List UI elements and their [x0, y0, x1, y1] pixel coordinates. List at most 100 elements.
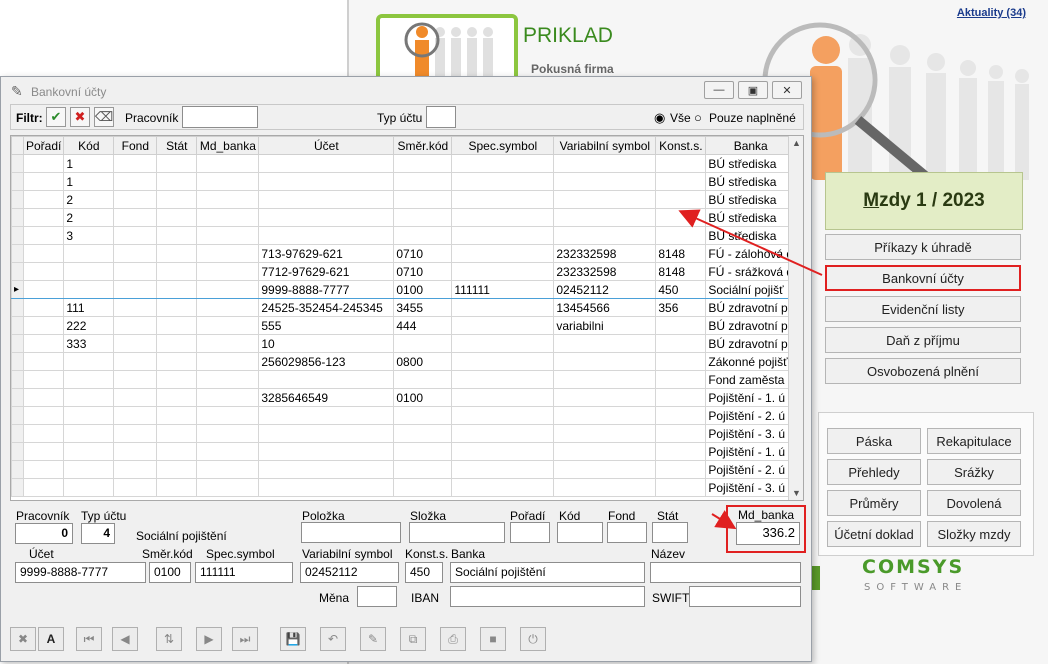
- cell-ucet[interactable]: [258, 190, 395, 209]
- detail-item-input[interactable]: [301, 522, 401, 543]
- cell-konst[interactable]: [655, 172, 707, 191]
- power-icon[interactable]: ⏻: [520, 627, 546, 651]
- cell-md-banka[interactable]: [196, 388, 260, 407]
- cell-konst[interactable]: [655, 370, 707, 389]
- cell-banka[interactable]: BÚ střediska: [705, 154, 797, 173]
- accounting-document-button[interactable]: Účetní doklad: [827, 521, 921, 547]
- col-header-fond[interactable]: Fond: [113, 136, 158, 155]
- cell-md-banka[interactable]: [196, 208, 260, 227]
- deductions-button[interactable]: Srážky: [927, 459, 1021, 485]
- col-header-md-banka[interactable]: Md_banka: [196, 136, 260, 155]
- previous-record-icon[interactable]: ◀: [112, 627, 138, 651]
- cell-smer-kod[interactable]: 3455: [393, 298, 453, 317]
- table-row[interactable]: Pojištění - 2. ú: [11, 460, 797, 479]
- cell-smer-kod[interactable]: [393, 370, 453, 389]
- cell-stat[interactable]: [156, 190, 198, 209]
- print-icon[interactable]: ⎙: [440, 627, 466, 651]
- cell-md-banka[interactable]: [196, 406, 260, 425]
- cell-var-symbol[interactable]: [553, 172, 657, 191]
- cell-fond[interactable]: [113, 352, 158, 371]
- cell-ucet[interactable]: [258, 442, 395, 461]
- table-row[interactable]: 2 BÚ střediska: [11, 190, 797, 209]
- table-row[interactable]: 222 555 444 variabilni BÚ zdravotní p: [11, 316, 797, 335]
- cell-fond[interactable]: [113, 424, 158, 443]
- cell-fond[interactable]: [113, 280, 158, 299]
- filter-worker-input[interactable]: [182, 106, 258, 128]
- cell-poradi[interactable]: [22, 334, 65, 353]
- table-row[interactable]: Pojištění - 3. ú: [11, 478, 797, 497]
- cell-konst[interactable]: [655, 316, 707, 335]
- apply-filter-icon[interactable]: ✔: [46, 107, 66, 127]
- cell-var-symbol[interactable]: [553, 460, 657, 479]
- cell-ucet[interactable]: 555: [258, 316, 395, 335]
- bank-accounts-button[interactable]: Bankovní účty: [825, 265, 1021, 291]
- cell-stat[interactable]: [156, 316, 198, 335]
- cell-fond[interactable]: [113, 208, 158, 227]
- row-indicator[interactable]: [11, 442, 24, 461]
- table-row[interactable]: 713-97629-621 0710 232332598 8148 FÚ - záloh…: [11, 244, 797, 263]
- radio-filled-only[interactable]: ○: [694, 110, 702, 125]
- font-icon[interactable]: A: [38, 627, 64, 651]
- cell-poradi[interactable]: [22, 388, 65, 407]
- cell-spec-symbol[interactable]: [451, 226, 555, 245]
- detail-currency-input[interactable]: [357, 586, 397, 607]
- cell-spec-symbol[interactable]: [451, 370, 555, 389]
- detail-account-input[interactable]: 9999-8888-7777: [15, 562, 146, 583]
- cell-fond[interactable]: [113, 334, 158, 353]
- cell-kod[interactable]: 2: [63, 208, 115, 227]
- cell-smer-kod[interactable]: [393, 442, 453, 461]
- cell-fond[interactable]: [113, 442, 158, 461]
- clear-filter-icon[interactable]: ✖: [70, 107, 90, 127]
- detail-swift-input[interactable]: [689, 586, 801, 607]
- cell-md-banka[interactable]: [196, 316, 260, 335]
- cell-kod[interactable]: [63, 442, 115, 461]
- cell-smer-kod[interactable]: [393, 226, 453, 245]
- cell-smer-kod[interactable]: 0800: [393, 352, 453, 371]
- cell-kod[interactable]: 222: [63, 316, 115, 335]
- cell-konst[interactable]: [655, 424, 707, 443]
- cell-stat[interactable]: [156, 460, 198, 479]
- cell-poradi[interactable]: [22, 190, 65, 209]
- table-row[interactable]: Pojištění - 3. ú: [11, 424, 797, 443]
- cell-spec-symbol[interactable]: [451, 316, 555, 335]
- cell-var-symbol[interactable]: [553, 226, 657, 245]
- table-row[interactable]: ▸ 9999-8888-7777 0100 111111 02452112 450 Soci…: [11, 280, 797, 299]
- row-indicator[interactable]: [11, 406, 24, 425]
- row-indicator[interactable]: [11, 172, 24, 191]
- cell-stat[interactable]: [156, 262, 198, 281]
- cell-kod[interactable]: 333: [63, 334, 115, 353]
- row-indicator[interactable]: [11, 154, 24, 173]
- cell-fond[interactable]: [113, 478, 158, 497]
- first-record-icon[interactable]: ⏮: [76, 627, 102, 651]
- vacation-button[interactable]: Dovolená: [927, 490, 1021, 516]
- cell-banka[interactable]: Sociální pojišť: [705, 280, 797, 299]
- cell-kod[interactable]: [63, 352, 115, 371]
- cell-var-symbol[interactable]: [553, 478, 657, 497]
- cell-md-banka[interactable]: [196, 424, 260, 443]
- cell-md-banka[interactable]: [196, 370, 260, 389]
- cell-fond[interactable]: [113, 370, 158, 389]
- next-record-icon[interactable]: ▶: [196, 627, 222, 651]
- cell-spec-symbol[interactable]: [451, 208, 555, 227]
- detail-spec-symbol-input[interactable]: 111111: [195, 562, 293, 583]
- row-indicator[interactable]: [11, 262, 24, 281]
- radio-all[interactable]: ◉: [654, 110, 665, 126]
- cell-spec-symbol[interactable]: [451, 244, 555, 263]
- cell-poradi[interactable]: [22, 154, 65, 173]
- cell-md-banka[interactable]: [196, 190, 260, 209]
- income-tax-button[interactable]: Daň z příjmu: [825, 327, 1021, 353]
- averages-button[interactable]: Průměry: [827, 490, 921, 516]
- undo-icon[interactable]: ↶: [320, 627, 346, 651]
- cell-banka[interactable]: BÚ střediska: [705, 208, 797, 227]
- cell-poradi[interactable]: [22, 280, 65, 299]
- cell-konst[interactable]: [655, 208, 707, 227]
- cell-spec-symbol[interactable]: [451, 460, 555, 479]
- cell-md-banka[interactable]: [196, 154, 260, 173]
- cell-banka[interactable]: BÚ střediska: [705, 226, 797, 245]
- cell-md-banka[interactable]: [196, 478, 260, 497]
- paska-button[interactable]: Páska: [827, 428, 921, 454]
- cell-poradi[interactable]: [22, 406, 65, 425]
- detail-var-symbol-input[interactable]: 02452112: [300, 562, 399, 583]
- cell-konst[interactable]: [655, 190, 707, 209]
- scroll-down-icon[interactable]: ▼: [792, 488, 801, 498]
